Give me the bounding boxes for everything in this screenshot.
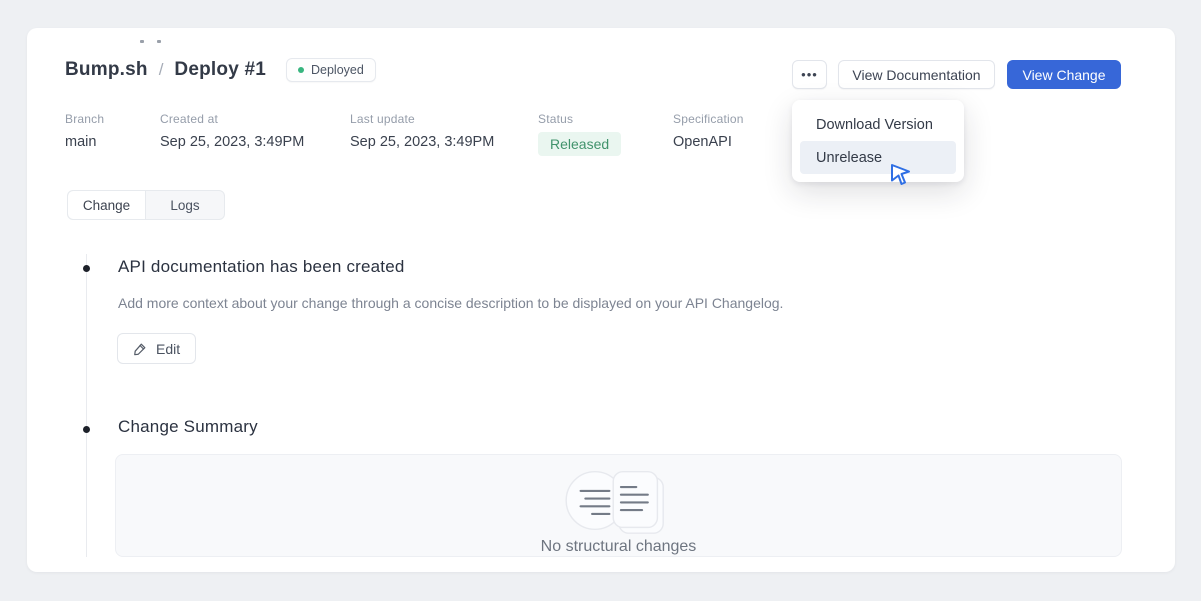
view-change-button[interactable]: View Change — [1007, 60, 1121, 89]
entry-description: Add more context about your change throu… — [118, 295, 783, 311]
released-status-pill: Released — [538, 132, 621, 156]
edit-button-label: Edit — [156, 341, 180, 357]
edit-button[interactable]: Edit — [117, 333, 196, 364]
meta-value: Sep 25, 2023, 3:49PM — [350, 134, 494, 150]
empty-state-text: No structural changes — [541, 538, 697, 556]
more-actions-button[interactable]: ••• — [792, 60, 827, 89]
ellipsis-icon: ••• — [801, 67, 818, 82]
meta-last-update: Last update Sep 25, 2023, 3:49PM — [350, 112, 494, 150]
page: Bump.sh / Deploy #1 Deployed ••• View Do… — [0, 0, 1201, 601]
meta-value: OpenAPI — [673, 134, 744, 150]
breadcrumb: Bump.sh / Deploy #1 Deployed — [65, 58, 376, 82]
meta-label: Specification — [673, 112, 744, 126]
entry-title-change-summary: Change Summary — [118, 417, 258, 437]
context-menu: Download Version Unrelease — [792, 100, 964, 182]
meta-specification: Specification OpenAPI — [673, 112, 744, 150]
meta-status: Status Released — [538, 112, 621, 156]
tab-change[interactable]: Change — [68, 191, 146, 219]
badge-label: Deployed — [311, 63, 364, 77]
tab-bar: Change Logs — [67, 190, 225, 220]
breadcrumb-separator: / — [159, 60, 164, 80]
meta-value: main — [65, 134, 104, 150]
edit-pencil-icon — [133, 342, 147, 356]
view-documentation-button[interactable]: View Documentation — [838, 60, 995, 89]
meta-branch: Branch main — [65, 112, 104, 150]
deploy-card: Bump.sh / Deploy #1 Deployed ••• View Do… — [27, 28, 1175, 572]
breadcrumb-product-link[interactable]: Bump.sh — [65, 59, 148, 81]
meta-created-at: Created at Sep 25, 2023, 3:49PM — [160, 112, 304, 150]
meta-label: Status — [538, 112, 621, 126]
page-title: Deploy #1 — [174, 59, 266, 81]
meta-label: Last update — [350, 112, 494, 126]
diff-documents-icon — [561, 464, 677, 537]
clipped-text-fragment — [157, 40, 161, 43]
entry-title-documentation-created: API documentation has been created — [118, 257, 405, 277]
change-summary-panel: No structural changes — [115, 454, 1122, 557]
timeline-bullet — [83, 265, 90, 272]
tab-logs[interactable]: Logs — [146, 191, 224, 219]
meta-label: Created at — [160, 112, 304, 126]
timeline-bullet — [83, 426, 90, 433]
meta-value: Sep 25, 2023, 3:49PM — [160, 134, 304, 150]
deployed-status-badge: Deployed — [286, 58, 376, 82]
meta-label: Branch — [65, 112, 104, 126]
menu-item-download-version[interactable]: Download Version — [800, 108, 956, 141]
clipped-text-fragment — [140, 40, 144, 43]
menu-item-unrelease[interactable]: Unrelease — [800, 141, 956, 174]
timeline-line — [86, 254, 87, 557]
green-dot-icon — [298, 67, 304, 73]
cursor-pointer-icon — [889, 162, 913, 188]
